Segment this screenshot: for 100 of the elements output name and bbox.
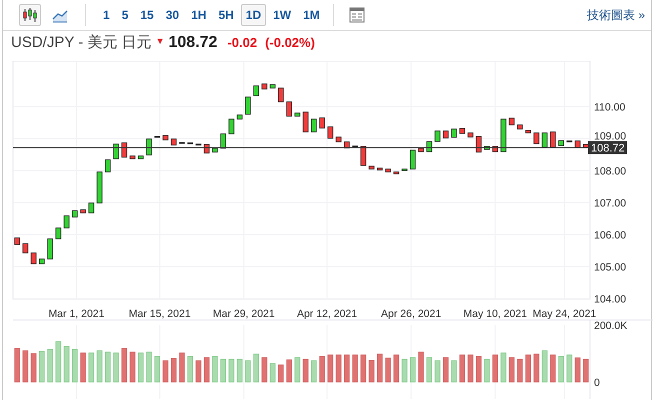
candle [72, 210, 78, 218]
interval-tab[interactable]: 30 [160, 4, 184, 26]
volume-bar [47, 348, 53, 382]
volume-bar [492, 354, 498, 382]
candle [30, 252, 36, 264]
candle [368, 166, 374, 170]
volume-bar [121, 348, 128, 382]
interval-tab[interactable]: 1M [298, 4, 325, 26]
axis-label: Mar 15, 2021 [128, 308, 191, 319]
volume-bar [96, 350, 102, 382]
candle [47, 238, 53, 260]
volume-bar [56, 341, 62, 382]
volume-bar [14, 348, 20, 382]
volume-bar [394, 354, 400, 382]
volume-bar [170, 358, 177, 382]
volume-bar [270, 363, 276, 382]
candle [14, 238, 20, 245]
volume-bar [262, 357, 268, 382]
volume-bar [228, 358, 234, 382]
volume-bar [302, 358, 308, 382]
percent-change: (-0.02%) [265, 35, 315, 50]
candle [492, 146, 498, 152]
candle [39, 258, 45, 264]
candle [104, 159, 111, 172]
candle [418, 148, 424, 152]
candle [376, 168, 383, 170]
candle [80, 209, 86, 214]
interval-tab[interactable]: 1H [186, 4, 212, 26]
candle [253, 85, 260, 96]
candle [434, 130, 440, 142]
interval-tab[interactable]: 1D [240, 4, 266, 26]
candle [187, 142, 194, 144]
interval-tab[interactable]: 15 [135, 4, 159, 26]
candle [113, 144, 119, 160]
axis-label: 109.00 [594, 130, 626, 143]
candle [508, 118, 515, 126]
volume-bar [130, 352, 136, 382]
candle [500, 118, 506, 152]
candle [170, 138, 177, 146]
volume-bar [434, 360, 440, 382]
chart-type-button[interactable] [19, 4, 41, 26]
interval-tab[interactable]: 1W [268, 4, 296, 26]
axis-label: 200.0K [594, 320, 628, 332]
candle [96, 172, 102, 204]
volume-bar [410, 357, 416, 382]
volume-bar [311, 360, 317, 382]
interval-tab[interactable]: 5H [213, 4, 239, 26]
candle [534, 132, 540, 144]
candle [64, 215, 70, 228]
candle [236, 114, 243, 120]
volume-bar [525, 354, 531, 382]
candle [385, 168, 391, 172]
volume-bar [451, 360, 457, 382]
volume-bar [344, 354, 350, 382]
volume-bar [253, 354, 259, 382]
volume-bar [566, 354, 572, 382]
volume-bar [88, 352, 94, 382]
volume-bar [80, 352, 86, 382]
axis-label: 105.00 [594, 262, 626, 274]
candle [344, 141, 350, 148]
candle [22, 243, 28, 254]
volume-bar [484, 358, 490, 382]
volume-bar [574, 357, 580, 382]
volume-bar [278, 364, 284, 382]
candle [558, 140, 564, 146]
candle [426, 141, 432, 152]
volume-bar [72, 348, 78, 382]
volume-bar [336, 354, 342, 382]
candle [476, 136, 482, 152]
volume-bar [179, 352, 185, 382]
volume-bar [508, 357, 514, 382]
axis-label: 106.00 [594, 230, 626, 242]
volume-bar [328, 354, 334, 382]
volume-bar [319, 356, 325, 382]
volume-bar [360, 354, 366, 382]
volume-bar [146, 352, 152, 382]
candle [410, 150, 416, 170]
volume-bar [30, 353, 36, 382]
candle [130, 156, 136, 160]
axis-label: Mar 1, 2021 [48, 308, 104, 319]
volume-bar [377, 354, 383, 382]
candle [262, 84, 268, 90]
candle [336, 136, 342, 142]
candle [468, 132, 474, 138]
candle [121, 142, 128, 158]
volume-bar [204, 357, 210, 382]
technical-chart-link[interactable]: 技術圖表 » [586, 6, 645, 24]
axis-label: 107.00 [594, 198, 626, 210]
axis-label: Apr 26, 2021 [381, 308, 442, 319]
axis-label: 104.00 [594, 294, 626, 306]
candle [451, 128, 457, 138]
interval-tab[interactable]: 1 [98, 4, 115, 26]
volume-bar [542, 350, 548, 382]
volume-bar [245, 360, 251, 382]
candle [442, 130, 449, 138]
candle [319, 117, 325, 128]
volume-bar [22, 350, 28, 382]
axis-label: 110.00 [594, 102, 626, 114]
candle [393, 172, 400, 174]
interval-tab[interactable]: 5 [116, 4, 134, 26]
